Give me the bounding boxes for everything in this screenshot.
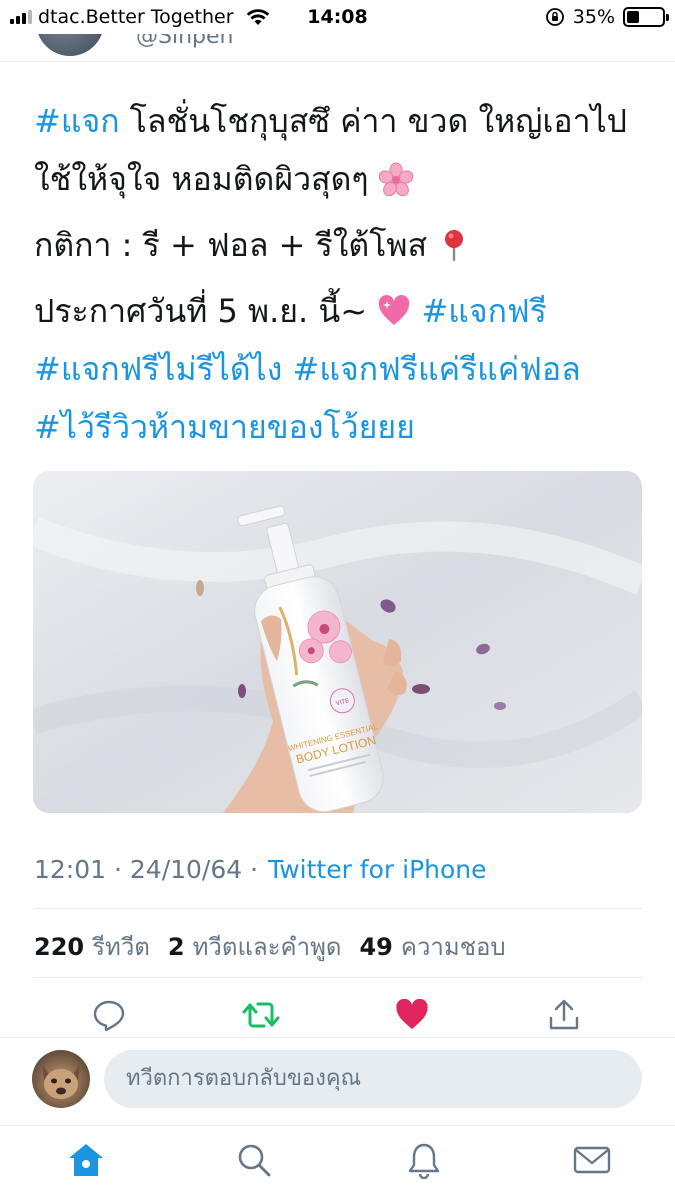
home-icon (69, 1144, 103, 1176)
status-right: 35% (545, 6, 669, 28)
tweet-line-3-text: ประกาศวันที่ 5 พ.ย. นี้~ (34, 292, 378, 330)
quote-count-label[interactable]: ทวีตและคำพูด (193, 927, 342, 966)
like-button[interactable] (393, 996, 431, 1034)
hashtag-link[interactable]: #แจกฟรีไม่รีได้ไง (34, 350, 282, 388)
product-photo-illustration: VITE WHITENING ESSENTIAL BODY LOTION (33, 471, 642, 813)
tweet-line-2: กติกา : รี + ฟอล + รีใต้โพส (34, 216, 644, 274)
tweet-stats: 220 รีทวีต 2 ทวีตและคำพูด 49 ความชอบ (34, 927, 516, 966)
nav-messages[interactable] (572, 1140, 612, 1180)
mail-icon (573, 1146, 611, 1174)
hashtag-link[interactable]: #ไว้รีวิวห้ามขายของโว้ยยย (34, 408, 415, 446)
author-avatar[interactable] (36, 34, 104, 56)
user-avatar[interactable] (32, 1050, 90, 1108)
pushpin-icon (437, 222, 471, 262)
retweet-icon (242, 1002, 280, 1028)
reply-input[interactable]: ทวีตการตอบกลับของคุณ (104, 1050, 642, 1108)
retweet-count[interactable]: 220 (34, 933, 84, 961)
retweet-button[interactable] (242, 996, 280, 1034)
share-icon (549, 999, 579, 1030)
tweet-line-3: ประกาศวันที่ 5 พ.ย. นี้~ #แจกฟรี #แจกฟรี… (34, 282, 644, 456)
hashtag-link[interactable]: #แจก (34, 102, 120, 140)
like-count-label[interactable]: ความชอบ (401, 927, 506, 966)
nav-search[interactable] (234, 1140, 274, 1180)
divider (34, 977, 642, 978)
nav-home[interactable] (66, 1140, 106, 1180)
tweet-line-1: #แจก โลชั่นโชกุบุสซึ ค่าา ขวด ใหญ่เอาไปใ… (34, 92, 644, 208)
nav-notifications[interactable] (404, 1140, 444, 1180)
retweet-count-label[interactable]: รีทวีต (92, 927, 150, 966)
tweet-meta: 12:01 · 24/10/64 · Twitter for iPhone (34, 855, 487, 884)
bell-icon (408, 1143, 440, 1179)
status-bar: dtac.Better Together 14:08 35% (0, 0, 675, 34)
battery-icon (623, 7, 669, 27)
reply-icon (93, 1000, 125, 1032)
share-button[interactable] (545, 996, 583, 1034)
tweet-action-bar (0, 992, 675, 1038)
author-handle[interactable]: @Sinpen (136, 34, 233, 49)
bottom-nav (0, 1125, 675, 1200)
reply-composer: ทวีตการตอบกลับของคุณ (0, 1037, 675, 1125)
hashtag-link[interactable]: #แจกฟรีแค่รีแค่ฟอล (293, 350, 581, 388)
heart-icon (396, 999, 428, 1029)
sparkling-heart-icon (377, 288, 411, 325)
tweet-text: #แจก โลชั่นโชกุบุสซึ ค่าา ขวด ใหญ่เอาไปใ… (34, 92, 644, 456)
battery-percent: 35% (572, 6, 615, 28)
battery-fill (627, 11, 639, 23)
tweet-photo[interactable]: VITE WHITENING ESSENTIAL BODY LOTION (33, 471, 642, 813)
tweet-author-peek: @Sinpen (0, 34, 675, 62)
tweet-source-link[interactable]: Twitter for iPhone (268, 855, 486, 884)
hashtag-link[interactable]: #แจกฟรี (421, 292, 546, 330)
like-count[interactable]: 49 (359, 933, 392, 961)
tweet-line-1-text: โลชั่นโชกุบุสซึ ค่าา ขวด ใหญ่เอาไปใช้ให้… (34, 102, 627, 198)
quote-count[interactable]: 2 (168, 933, 185, 961)
cherry-blossom-icon (378, 156, 414, 197)
reply-button[interactable] (90, 996, 128, 1034)
tweet-line-2-text: กติกา : รี + ฟอล + รีใต้โพส (34, 226, 438, 264)
divider (34, 908, 642, 909)
orientation-lock-icon (545, 8, 564, 26)
tweet-timestamp[interactable]: 12:01 · 24/10/64 · (34, 855, 258, 884)
search-icon (238, 1144, 271, 1177)
